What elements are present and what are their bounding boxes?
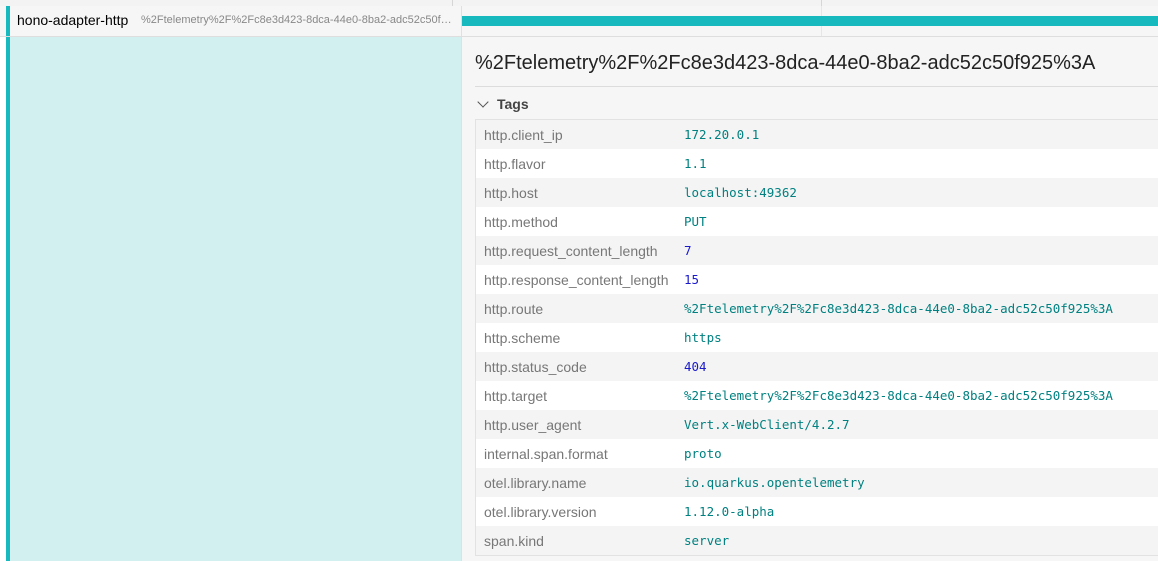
tag-row[interactable]: http.flavor 1.1 bbox=[475, 149, 1158, 178]
tag-row[interactable]: internal.span.format proto bbox=[475, 439, 1158, 468]
span-row[interactable]: hono-adapter-http %2Ftelemetry%2F%2Fc8e3… bbox=[0, 6, 1158, 37]
span-color-indicator bbox=[6, 6, 10, 36]
tag-value[interactable]: io.quarkus.opentelemetry bbox=[684, 468, 1158, 497]
tag-key: http.route bbox=[475, 294, 684, 323]
tag-key: http.status_code bbox=[475, 352, 684, 381]
tag-key: http.user_agent bbox=[475, 410, 684, 439]
tag-row[interactable]: http.user_agent Vert.x-WebClient/4.2.7 bbox=[475, 410, 1158, 439]
tags-label: Tags bbox=[497, 96, 529, 112]
tag-key: otel.library.name bbox=[475, 468, 684, 497]
span-detail-panel: %2Ftelemetry%2F%2Fc8e3d423-8dca-44e0-8ba… bbox=[461, 37, 1158, 561]
tag-value[interactable]: 404 bbox=[684, 352, 1158, 381]
tag-key: span.kind bbox=[475, 526, 684, 556]
tags-toggle[interactable]: Tags bbox=[475, 94, 529, 114]
divider bbox=[475, 86, 1158, 87]
span-timeline-cell[interactable] bbox=[461, 6, 1158, 36]
tag-key: internal.span.format bbox=[475, 439, 684, 468]
tag-row[interactable]: otel.library.version 1.12.0-alpha bbox=[475, 497, 1158, 526]
tag-value[interactable]: 1.1 bbox=[684, 149, 1158, 178]
tag-row[interactable]: http.client_ip 172.20.0.1 bbox=[475, 119, 1158, 149]
tag-value[interactable]: 172.20.0.1 bbox=[684, 119, 1158, 149]
chevron-down-icon bbox=[477, 96, 489, 108]
span-duration-bar[interactable] bbox=[462, 16, 1158, 26]
tag-key: otel.library.version bbox=[475, 497, 684, 526]
tag-value[interactable]: proto bbox=[684, 439, 1158, 468]
tag-row[interactable]: http.status_code 404 bbox=[475, 352, 1158, 381]
tag-value[interactable]: https bbox=[684, 323, 1158, 352]
tag-key: http.client_ip bbox=[475, 119, 684, 149]
span-name-cell[interactable]: hono-adapter-http %2Ftelemetry%2F%2Fc8e3… bbox=[0, 6, 462, 36]
tag-key: http.method bbox=[475, 207, 684, 236]
tag-value[interactable]: 7 bbox=[684, 236, 1158, 265]
tag-row[interactable]: http.request_content_length 7 bbox=[475, 236, 1158, 265]
tag-value[interactable]: 15 bbox=[684, 265, 1158, 294]
tag-value[interactable]: %2Ftelemetry%2F%2Fc8e3d423-8dca-44e0-8ba… bbox=[684, 381, 1158, 410]
tag-value[interactable]: 1.12.0-alpha bbox=[684, 497, 1158, 526]
tag-row[interactable]: http.method PUT bbox=[475, 207, 1158, 236]
service-name: hono-adapter-http bbox=[17, 12, 129, 28]
tag-key: http.response_content_length bbox=[475, 265, 684, 294]
tags-table: http.client_ip 172.20.0.1 http.flavor 1.1 ht… bbox=[475, 119, 1158, 556]
tag-row[interactable]: http.route %2Ftelemetry%2F%2Fc8e3d423-8dc… bbox=[475, 294, 1158, 323]
tag-row[interactable]: http.scheme https bbox=[475, 323, 1158, 352]
tag-value[interactable]: localhost:49362 bbox=[684, 178, 1158, 207]
operation-name: %2Ftelemetry%2F%2Fc8e3d423-8dca-44e0-8ba… bbox=[141, 14, 457, 26]
tag-key: http.flavor bbox=[475, 149, 684, 178]
tag-value[interactable]: %2Ftelemetry%2F%2Fc8e3d423-8dca-44e0-8ba… bbox=[684, 294, 1158, 323]
tag-value[interactable]: Vert.x-WebClient/4.2.7 bbox=[684, 410, 1158, 439]
tag-value[interactable]: server bbox=[684, 526, 1158, 556]
tag-key: http.host bbox=[475, 178, 684, 207]
span-color-indicator-extended bbox=[6, 37, 10, 561]
tag-row[interactable]: span.kind server bbox=[475, 526, 1158, 556]
tag-row[interactable]: http.target %2Ftelemetry%2F%2Fc8e3d423-8d… bbox=[475, 381, 1158, 410]
tag-row[interactable]: http.host localhost:49362 bbox=[475, 178, 1158, 207]
tag-row[interactable]: otel.library.name io.quarkus.opentelemetr… bbox=[475, 468, 1158, 497]
tag-key: http.target bbox=[475, 381, 684, 410]
tag-key: http.scheme bbox=[475, 323, 684, 352]
tag-row[interactable]: http.response_content_length 15 bbox=[475, 265, 1158, 294]
tag-key: http.request_content_length bbox=[475, 236, 684, 265]
span-detail-title: %2Ftelemetry%2F%2Fc8e3d423-8dca-44e0-8ba… bbox=[475, 52, 1096, 74]
tag-value[interactable]: PUT bbox=[684, 207, 1158, 236]
span-detail-left-spacer bbox=[6, 37, 461, 561]
